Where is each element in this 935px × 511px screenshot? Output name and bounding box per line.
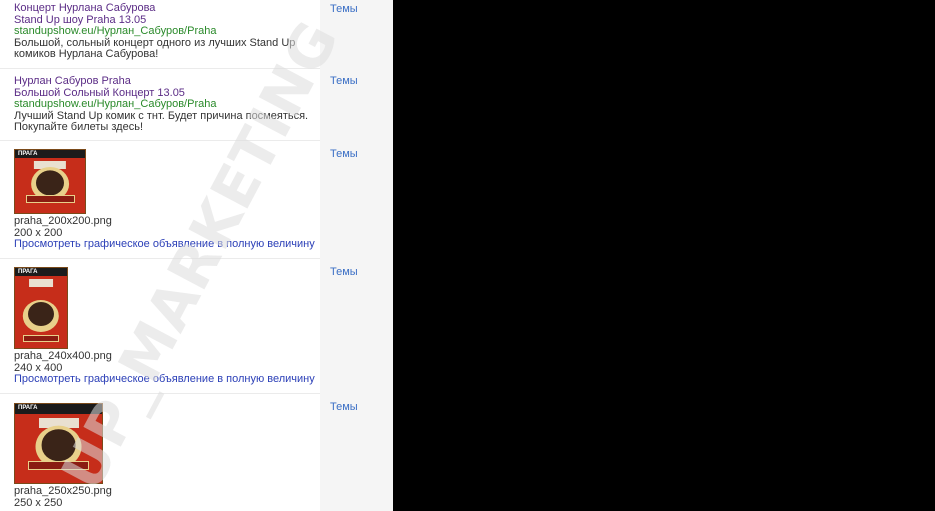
ad-thumbnail[interactable]: ПРАГА (14, 267, 68, 349)
text-ad-row: Концерт Нурлана Сабурова Stand Up шоу Pr… (0, 0, 320, 69)
ad-description: Лучший Stand Up комик с тнт. Будет причи… (14, 109, 309, 133)
ad-url: standupshow.eu/Нурлан_Сабуров/Praha (14, 25, 217, 37)
image-filename: praha_200x200.png (14, 215, 112, 227)
preview-full-size-link[interactable]: Просмотреть графическое объявление в пол… (14, 238, 315, 251)
ads-panel: Концерт Нурлана Сабурова Stand Up шоу Pr… (0, 0, 393, 511)
ad-url: standupshow.eu/Нурлан_Сабуров/Praha (14, 98, 217, 110)
image-filename: praha_250x250.png (14, 485, 112, 497)
image-dimensions: 250 x 250 (14, 496, 63, 509)
topics-link[interactable]: Темы (330, 148, 358, 160)
ad-title[interactable]: Нурлан Сабуров Praha (14, 75, 314, 88)
ad-thumbnail[interactable]: ПРАГА (14, 403, 103, 484)
topics-link[interactable]: Темы (330, 75, 358, 87)
preview-full-size-link[interactable]: Просмотреть графическое объявление в пол… (14, 373, 315, 386)
text-ad-row: Нурлан Сабуров Praha Большой Сольный Кон… (0, 69, 320, 141)
topics-link[interactable]: Темы (330, 266, 358, 278)
topics-link[interactable]: Темы (330, 401, 358, 413)
ad-thumbnail[interactable]: ПРАГА (14, 149, 86, 214)
ad-description: Большой, сольный концерт одного из лучши… (14, 36, 296, 60)
ad-title[interactable]: Концерт Нурлана Сабурова (14, 2, 314, 15)
image-filename: praha_240x400.png (14, 350, 112, 362)
topics-link[interactable]: Темы (330, 3, 358, 15)
